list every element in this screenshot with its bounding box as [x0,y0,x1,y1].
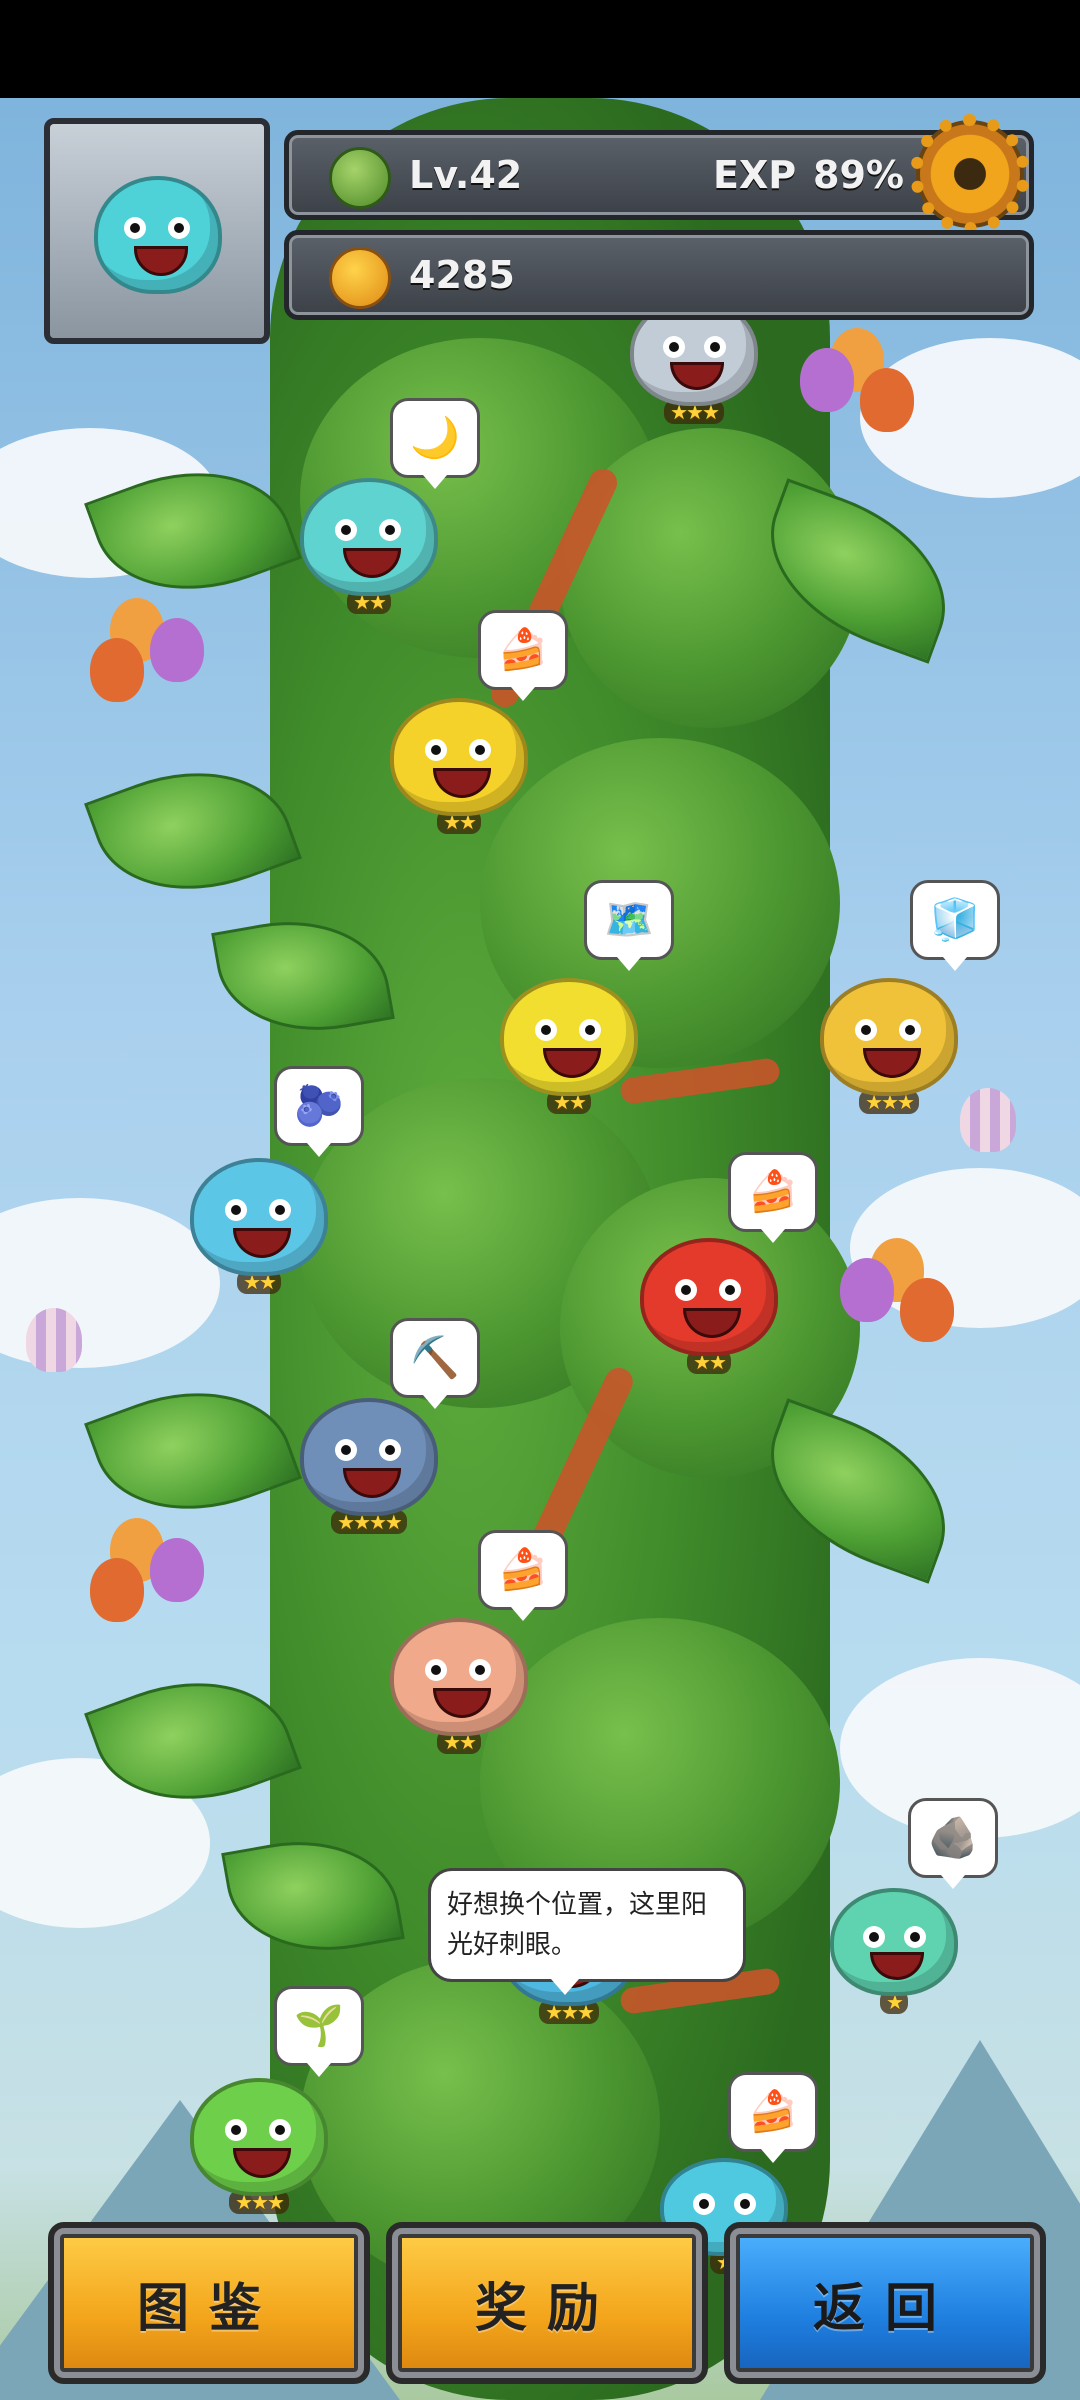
crescent-item-icon: 🌙 [410,415,460,461]
item-bubble[interactable]: 🍰 [728,1152,818,1243]
monster-flame-red[interactable]: ★★ [640,1238,778,1374]
monster-ice-demon[interactable]: ★★★★ [300,1398,438,1534]
balloon [90,638,144,702]
map-item-icon: 🗺️ [604,897,654,943]
balloon [860,368,914,432]
balloon [840,1258,894,1322]
seedling-item-icon: 🌱 [294,2003,344,2049]
monster-top-hat[interactable]: ★ [830,1888,958,2014]
back-button[interactable]: 返回 [724,2222,1046,2384]
monster-body [190,2078,328,2196]
item-bubble[interactable]: 🧊 [910,880,1000,971]
monster-body [300,478,438,596]
monster-tribal-green[interactable]: ★★★ [190,2078,328,2214]
monster-monkey-king[interactable]: ★★★ [820,978,958,1114]
monster-body [500,978,638,1096]
monster-body [390,1618,528,1736]
ice-block-item-icon: 🧊 [930,897,980,943]
balloon [150,1538,204,1602]
item-bubble[interactable]: 🗺️ [584,880,674,971]
monster-goggles[interactable]: ★★ [190,1158,328,1294]
cake-item-icon: 🍰 [498,1547,548,1593]
settings-gear-icon[interactable] [910,114,1030,234]
back-label: 返回 [812,2278,957,2339]
currency-bar: 4285 [284,230,1034,320]
monster-body [300,1398,438,1516]
rewards-label: 奖励 [474,2278,619,2339]
balloon [800,348,854,412]
status-bar [0,0,1080,98]
balloon [900,1278,954,1342]
item-bubble[interactable]: 🌱 [274,1986,364,2077]
fruit-icon [329,247,391,309]
item-bubble[interactable]: 🍰 [478,1530,568,1621]
monster-body [640,1238,778,1356]
game-scene: 🌙 🍰 🗺️ 🧊 🫐 🍰 ⛏️ 🍰 🪨 🌱 🍰 ★★★ ★★ ★ ★ ★ ★ ★ ★★… [0,98,1080,2400]
balloon [90,1558,144,1622]
monster-spiky-helmet[interactable]: ★★ [300,478,438,614]
exp-label: EXP [713,153,797,197]
cake-item-icon: 🍰 [748,2089,798,2135]
speech-bubble: 好想换个位置，这里阳光好刺眼。 [428,1868,746,1995]
item-bubble[interactable]: 🫐 [274,1066,364,1157]
item-bubble[interactable]: 🍰 [478,610,568,701]
cake-item-icon: 🍰 [498,627,548,673]
tree-icon [329,147,391,209]
item-bubble[interactable]: ⛏️ [390,1318,480,1409]
avatar-monster [94,176,222,294]
monster-flower-crab[interactable]: ★★ [390,1618,528,1754]
monster-pirate-yellow[interactable]: ★★ [390,698,528,834]
collection-label: 图鉴 [136,2278,281,2339]
balloon [150,618,204,682]
monster-body [820,978,958,1096]
item-bubble[interactable]: 🍰 [728,2072,818,2163]
monster-body [830,1888,958,1996]
item-bubble[interactable]: 🌙 [390,398,480,489]
exp-value: 89% [813,153,904,197]
monster-body [390,698,528,816]
cake-item-icon: 🍰 [748,1169,798,1215]
pickaxe-item-icon: ⛏️ [410,1335,460,1381]
monster-body [190,1158,328,1276]
player-avatar[interactable] [44,118,270,344]
radish-item-icon: 🫐 [294,1083,344,1129]
hot-air-balloon [960,1088,1016,1152]
collection-button[interactable]: 图鉴 [48,2222,370,2384]
rock-item-icon: 🪨 [928,1815,978,1861]
currency-value: 4285 [409,253,515,297]
hot-air-balloon [26,1308,82,1372]
item-bubble[interactable]: 🪨 [908,1798,998,1889]
rewards-button[interactable]: 奖励 [386,2222,708,2384]
monster-purple-hat[interactable]: ★★ [500,978,638,1114]
level-text: Lv.42 [409,153,523,197]
